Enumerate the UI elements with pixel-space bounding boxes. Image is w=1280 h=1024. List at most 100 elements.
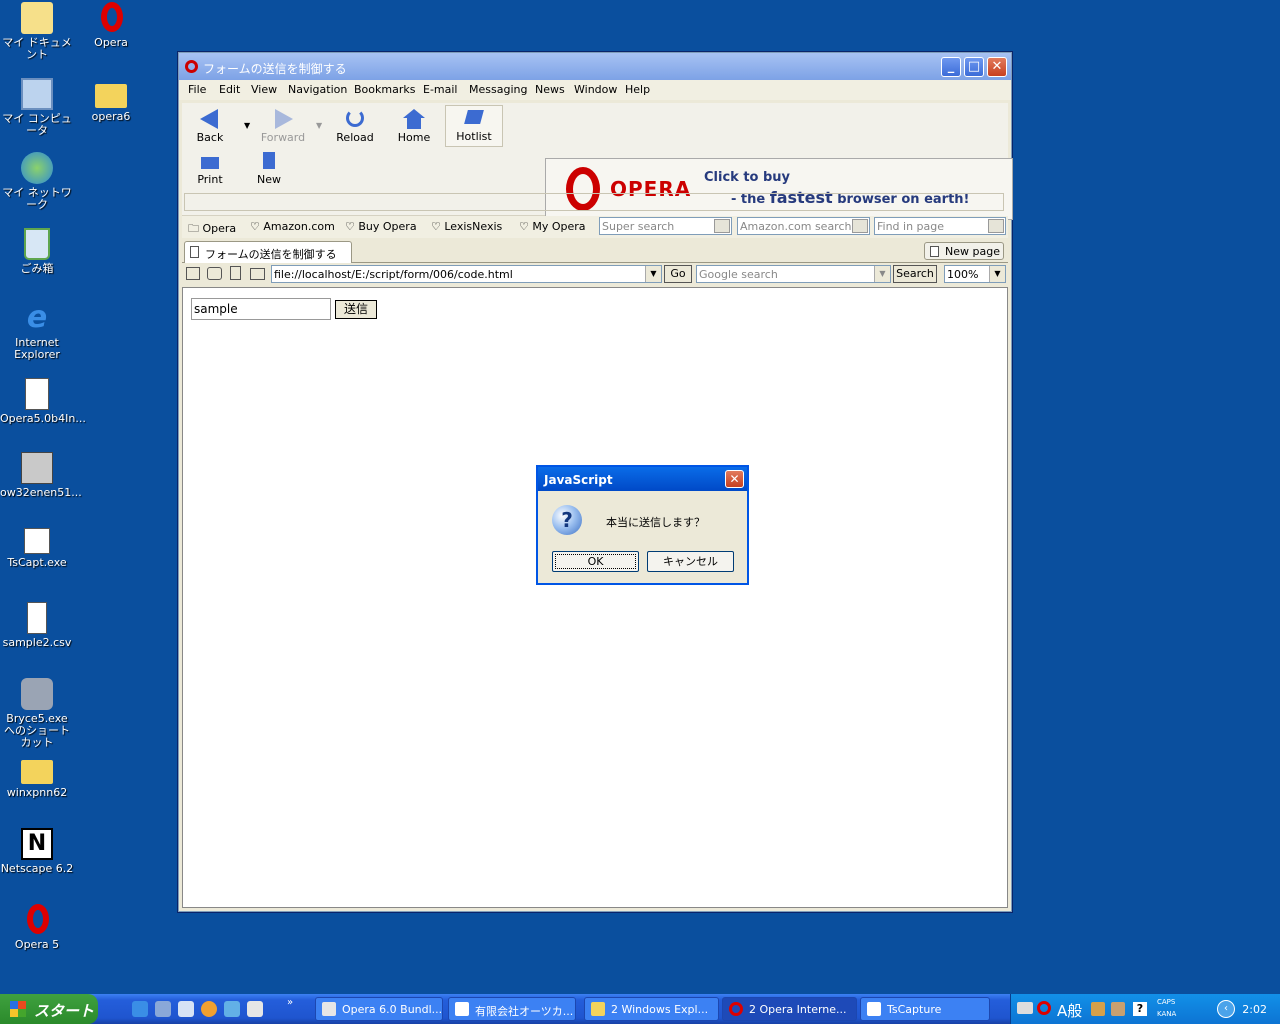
personal-item-opera[interactable]: 🗀 Opera xyxy=(188,220,236,239)
desktop-icon-opera6[interactable]: opera6 xyxy=(74,80,148,123)
print-button[interactable]: Print xyxy=(185,149,235,186)
page-content: 送信 xyxy=(182,287,1008,908)
menu-email[interactable]: E-mail xyxy=(423,83,458,96)
menu-edit[interactable]: Edit xyxy=(219,83,240,96)
desktop-icon-label: マイ コンピュータ xyxy=(2,112,72,137)
app-quicklaunch-icon[interactable] xyxy=(247,1001,263,1017)
task-windows-explorer[interactable]: 2 Windows Expl... xyxy=(584,997,719,1021)
ie-quicklaunch-icon[interactable] xyxy=(132,1001,148,1017)
hotlist-icon xyxy=(462,108,486,128)
back-button[interactable]: Back xyxy=(185,107,235,144)
forward-button[interactable]: Forward xyxy=(258,107,308,144)
desktop-icon-ow32[interactable]: ow32enen51... xyxy=(0,452,82,499)
menu-news[interactable]: News xyxy=(535,83,565,96)
show-hidden-icons-icon[interactable]: ‹ xyxy=(1217,1000,1235,1018)
csv-file-icon xyxy=(27,602,47,634)
task-opera-internet[interactable]: 2 Opera Interne... xyxy=(722,997,857,1021)
messenger-quicklaunch-icon[interactable] xyxy=(224,1001,240,1017)
new-page-button[interactable]: New page xyxy=(924,242,1004,260)
close-button[interactable]: ✕ xyxy=(987,57,1007,77)
google-dropdown-icon[interactable]: ▼ xyxy=(874,266,890,282)
new-button[interactable]: New xyxy=(244,149,294,186)
google-search-input[interactable]: Google search ▼ xyxy=(696,265,891,283)
desktop-icon-label: Opera xyxy=(94,36,128,49)
go-button[interactable]: Go xyxy=(664,265,692,283)
print-preview-icon[interactable] xyxy=(250,268,265,280)
personal-item-my-opera[interactable]: ♡ My Opera xyxy=(519,220,586,233)
desktop-quicklaunch-icon[interactable] xyxy=(178,1001,194,1017)
search-button[interactable]: Search xyxy=(893,265,937,283)
minimize-button[interactable]: _ xyxy=(941,57,961,77)
ok-button[interactable]: OK xyxy=(552,551,639,572)
search-engine-icon[interactable] xyxy=(714,219,730,233)
window-titlebar[interactable]: フォームの送信を制御する _ □ ✕ xyxy=(179,53,1011,80)
dialog-close-button[interactable]: ✕ xyxy=(725,470,744,488)
task-netscape[interactable]: 有限会社オーツカ... xyxy=(448,997,576,1021)
desktop-icon-winxpnn62[interactable]: winxpnn62 xyxy=(0,756,74,799)
help-icon[interactable]: ? xyxy=(1133,1002,1147,1016)
personal-item-buy-opera[interactable]: ♡ Buy Opera xyxy=(345,220,417,233)
window-manager-icon[interactable] xyxy=(186,267,200,280)
outlook-quicklaunch-icon[interactable] xyxy=(155,1001,171,1017)
reload-button[interactable]: Reload xyxy=(330,107,380,144)
cancel-button[interactable]: キャンセル xyxy=(647,551,734,572)
desktop-icon-internet-explorer[interactable]: e Internet Explorer xyxy=(0,302,74,361)
super-search-input[interactable]: Super search xyxy=(599,217,732,235)
desktop-icon-my-network[interactable]: マイ ネットワーク xyxy=(0,152,74,211)
forward-dropdown-icon[interactable]: ▼ xyxy=(316,121,322,130)
task-tscapture[interactable]: TsCapture xyxy=(860,997,990,1021)
hotlist-button[interactable]: Hotlist xyxy=(445,105,503,147)
dialog-message: 本当に送信します？ xyxy=(606,516,705,529)
back-dropdown-icon[interactable]: ▼ xyxy=(244,121,250,130)
ime-tool-icon[interactable] xyxy=(1091,1002,1105,1016)
find-in-page-input[interactable]: Find in page xyxy=(874,217,1006,235)
url-dropdown-icon[interactable]: ▼ xyxy=(645,266,661,282)
desktop-icon-bryce[interactable]: Bryce5.exe へのショートカット xyxy=(0,678,74,749)
menu-messaging[interactable]: Messaging xyxy=(469,83,527,96)
cart-icon[interactable] xyxy=(852,219,868,233)
desktop-icon-opera[interactable]: Opera xyxy=(74,2,148,49)
maximize-button[interactable]: □ xyxy=(964,57,984,77)
camera-icon[interactable] xyxy=(207,267,222,280)
tscapt-icon xyxy=(24,528,50,554)
opera-logo-icon xyxy=(729,1002,743,1016)
home-button[interactable]: Home xyxy=(389,107,439,144)
desktop-icon-my-computer[interactable]: マイ コンピュータ xyxy=(0,78,74,137)
menu-navigation[interactable]: Navigation xyxy=(288,83,347,96)
menu-view[interactable]: View xyxy=(251,83,277,96)
ime-opera-icon[interactable] xyxy=(1037,1001,1051,1015)
dialog-titlebar[interactable]: JavaScript ✕ xyxy=(538,467,747,491)
desktop-icon-sample2[interactable]: sample2.csv xyxy=(0,602,74,649)
menu-file[interactable]: File xyxy=(188,83,206,96)
desktop-icon-opera-installer[interactable]: Opera5.0b4In... xyxy=(0,378,86,425)
toolbar-spacer xyxy=(184,193,1004,211)
page-info-icon[interactable] xyxy=(230,266,241,280)
zoom-dropdown-icon[interactable]: ▼ xyxy=(989,266,1005,282)
url-input[interactable]: file://localhost/E:/script/form/006/code… xyxy=(271,265,662,283)
desktop-icon-netscape[interactable]: N Netscape 6.2 xyxy=(0,828,74,875)
desktop-icon-label: ow32enen51... xyxy=(0,486,82,499)
setup-icon xyxy=(21,452,53,484)
personal-item-lexisnexis[interactable]: ♡ LexisNexis xyxy=(431,220,502,233)
task-opera-bundle[interactable]: Opera 6.0 Bundl... xyxy=(315,997,443,1021)
desktop-icon-opera5[interactable]: Opera 5 xyxy=(0,904,74,951)
desktop-icon-my-documents[interactable]: マイ ドキュメント xyxy=(0,2,74,61)
menu-help[interactable]: Help xyxy=(625,83,650,96)
menu-window[interactable]: Window xyxy=(574,83,617,96)
menu-bookmarks[interactable]: Bookmarks xyxy=(354,83,415,96)
submit-button[interactable]: 送信 xyxy=(335,300,377,319)
zoom-select[interactable]: 100% ▼ xyxy=(944,265,1006,283)
personal-item-amazon[interactable]: ♡ Amazon.com xyxy=(250,220,335,233)
ime-dictionary-icon[interactable] xyxy=(1111,1002,1125,1016)
sample-text-input[interactable] xyxy=(191,298,331,320)
keyboard-icon[interactable] xyxy=(1017,1002,1033,1014)
ime-mode-indicator[interactable]: A般 xyxy=(1057,1000,1082,1021)
desktop-icon-tscapt[interactable]: TsCapt.exe xyxy=(0,528,74,569)
start-button[interactable]: スタート xyxy=(0,994,98,1024)
magnifier-icon[interactable] xyxy=(988,219,1004,233)
media-player-quicklaunch-icon[interactable] xyxy=(201,1001,217,1017)
tab-current-page[interactable]: フォームの送信を制御する xyxy=(184,241,352,263)
quicklaunch-more-icon[interactable]: » xyxy=(287,997,293,1008)
desktop-icon-recycle-bin[interactable]: ごみ箱 xyxy=(0,228,74,275)
amazon-search-input[interactable]: Amazon.com search xyxy=(737,217,870,235)
